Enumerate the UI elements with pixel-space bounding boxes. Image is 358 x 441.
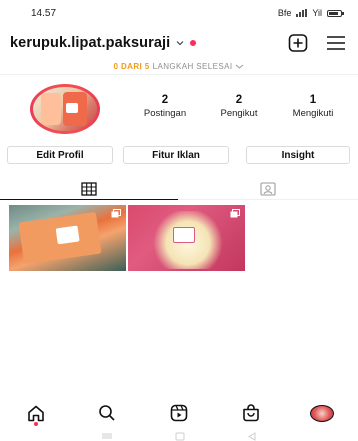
stat-followers-label: Pengikut: [220, 108, 258, 119]
status-bar: 14.57 Bfe Yil: [0, 0, 358, 26]
tagged-icon: [260, 181, 276, 196]
search-icon: [99, 405, 115, 421]
profile-tabs: [0, 178, 358, 200]
profile-actions: Edit Profil Fitur Iklan Insight: [0, 146, 358, 164]
stat-followers[interactable]: 2 Pengikut: [208, 94, 270, 121]
menu-icon[interactable]: [326, 35, 346, 51]
notification-dot: [190, 40, 197, 46]
stat-following-label: Mengikuti: [292, 108, 334, 119]
notification-dot: [33, 422, 38, 426]
nav-search[interactable]: [72, 400, 144, 426]
profile-avatar-icon: [310, 404, 335, 422]
add-post-icon[interactable]: [288, 34, 308, 52]
carousel-icon: [111, 209, 121, 218]
carousel-icon: [230, 209, 240, 218]
ad-tools-button[interactable]: Fitur Iklan: [123, 146, 229, 164]
tab-grid[interactable]: [0, 178, 178, 200]
grid-icon: [81, 181, 97, 196]
profile-avatar[interactable]: [30, 84, 100, 134]
network-type: Bfe: [277, 8, 292, 18]
steps-chevron-icon: [236, 64, 244, 69]
profile-section: 2 Postingan 2 Pengikut 1 Mengikuti: [0, 84, 358, 134]
posts-grid: [9, 205, 245, 271]
battery-icon: [327, 9, 344, 17]
home-icon: [27, 405, 44, 421]
header-actions: [288, 34, 346, 52]
status-time: 14.57: [31, 7, 57, 19]
stat-following[interactable]: 1 Mengikuti: [280, 94, 346, 121]
recents-icon[interactable]: [101, 432, 113, 440]
nav-reels[interactable]: [143, 400, 215, 426]
edit-profile-button[interactable]: Edit Profil: [7, 146, 113, 164]
stat-posts-value: 2: [161, 94, 169, 106]
nav-shop[interactable]: [215, 400, 287, 426]
steps-count: 0 DARI 5: [113, 62, 150, 71]
back-icon[interactable]: [247, 431, 257, 441]
post-thumbnail[interactable]: [128, 205, 245, 271]
home-button-icon[interactable]: [175, 432, 185, 441]
signal-label: Yil: [312, 8, 322, 18]
stat-following-value: 1: [309, 94, 317, 106]
username[interactable]: kerupuk.lipat.paksuraji: [10, 35, 170, 51]
nav-home[interactable]: [0, 400, 72, 426]
stat-posts-label: Postingan: [143, 108, 187, 119]
profile-header: kerupuk.lipat.paksuraji: [0, 29, 358, 57]
avatar-image: [33, 87, 97, 131]
bottom-navigation: [0, 400, 358, 426]
stat-posts[interactable]: 2 Postingan: [135, 94, 195, 121]
nav-profile[interactable]: [286, 400, 358, 426]
tab-tagged[interactable]: [178, 178, 358, 200]
setup-steps-banner[interactable]: 0 DARI 5 LANGKAH SELESAI: [0, 59, 358, 75]
signal-icon: [296, 9, 308, 17]
status-indicators: Bfe Yil: [278, 8, 344, 18]
reels-icon: [170, 404, 188, 422]
system-navigation: [0, 431, 358, 441]
stat-followers-value: 2: [235, 94, 243, 106]
chevron-down-icon[interactable]: [175, 38, 185, 48]
steps-label: LANGKAH SELESAI: [152, 62, 233, 71]
shop-icon: [242, 404, 259, 422]
post-thumbnail[interactable]: [9, 205, 126, 271]
insight-button[interactable]: Insight: [246, 146, 350, 164]
